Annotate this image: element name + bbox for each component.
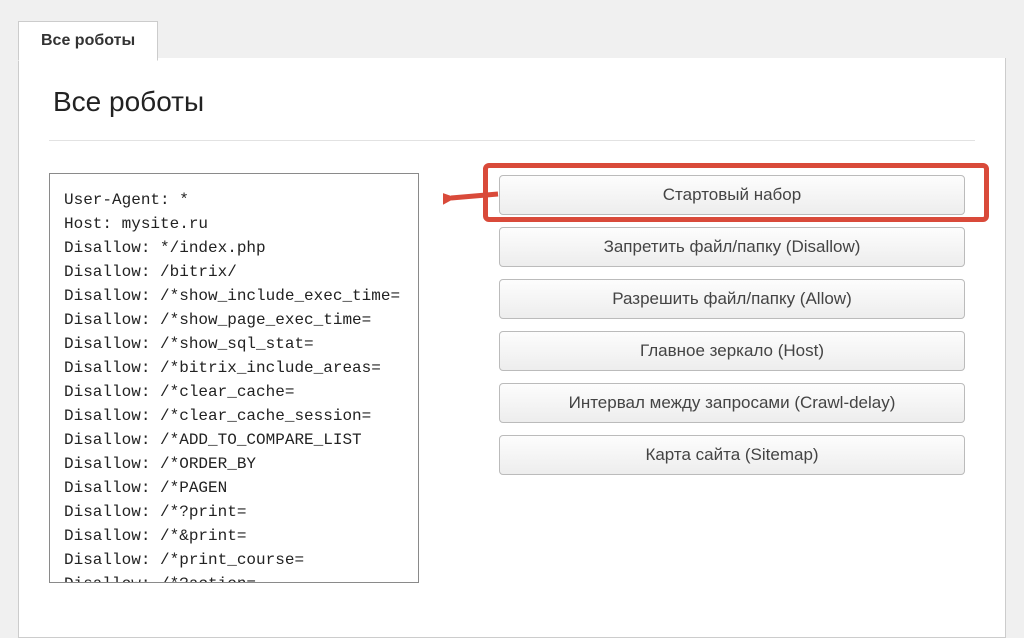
- disallow-button[interactable]: Запретить файл/папку (Disallow): [499, 227, 965, 267]
- host-button[interactable]: Главное зеркало (Host): [499, 331, 965, 371]
- robots-textarea[interactable]: [49, 173, 419, 583]
- divider: [49, 140, 975, 141]
- page-frame: Все роботы Все роботы Стартовый набор За…: [0, 0, 1024, 638]
- allow-button[interactable]: Разрешить файл/папку (Allow): [499, 279, 965, 319]
- main-panel: Все роботы Все роботы Стартовый набор За…: [18, 58, 1006, 638]
- sitemap-button[interactable]: Карта сайта (Sitemap): [499, 435, 965, 475]
- tab-all-robots[interactable]: Все роботы: [18, 21, 158, 61]
- page-title: Все роботы: [19, 58, 1005, 140]
- crawl-delay-button[interactable]: Интервал между запросами (Crawl-delay): [499, 383, 965, 423]
- starter-set-button[interactable]: Стартовый набор: [499, 175, 965, 215]
- tab-row: Все роботы: [18, 21, 158, 61]
- buttons-column: Стартовый набор Запретить файл/папку (Di…: [439, 173, 975, 583]
- content-row: Стартовый набор Запретить файл/папку (Di…: [19, 173, 1005, 583]
